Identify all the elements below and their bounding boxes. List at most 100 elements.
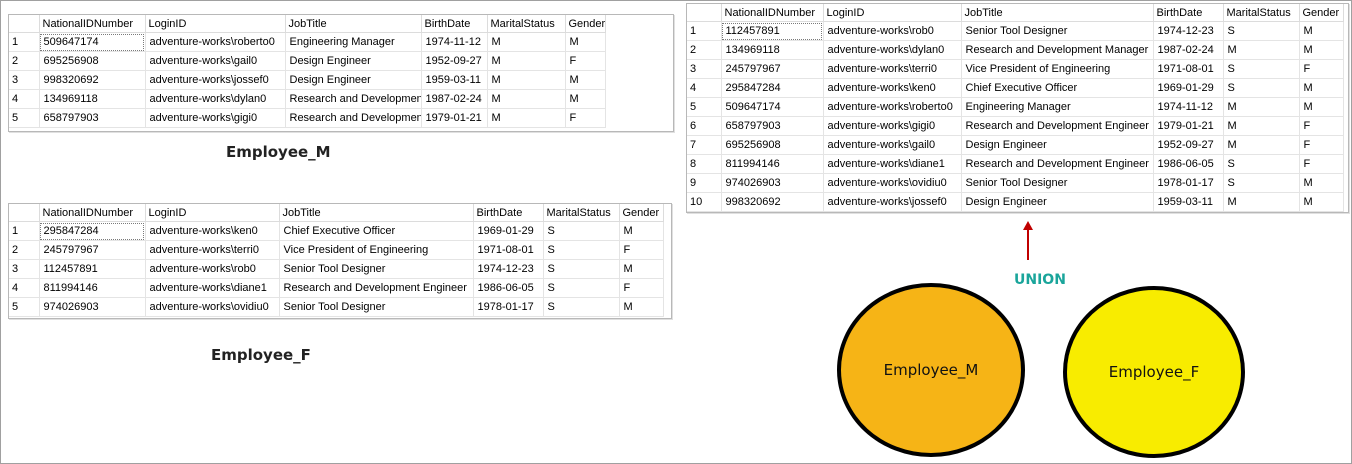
table-row[interactable]: 2 245797967 adventure-works\terri0 Vice Pre… [9,240,664,260]
table-cell[interactable]: 1979-01-21 [1153,116,1224,136]
table-cell[interactable]: 509647174 [39,32,146,52]
row-number-cell[interactable]: 4 [687,78,722,98]
column-header[interactable]: BirthDate [473,204,544,222]
row-number-cell[interactable]: 2 [9,240,40,260]
table-cell[interactable]: M [487,70,566,90]
table-cell[interactable]: 245797967 [721,59,824,79]
table-row[interactable]: 4 811994146 adventure-works\diane1 Research… [9,278,664,298]
table-cell[interactable]: adventure-works\gigi0 [823,116,962,136]
table-cell[interactable]: 974026903 [39,297,146,317]
table-cell[interactable]: 658797903 [721,116,824,136]
table-cell[interactable]: 1971-08-01 [473,240,544,260]
table-cell[interactable]: Engineering Manager [961,97,1154,117]
table-cell[interactable]: M [1223,192,1300,212]
table-cell[interactable]: 658797903 [39,108,146,128]
table-cell[interactable]: 1969-01-29 [1153,78,1224,98]
table-cell[interactable]: M [1223,40,1300,60]
table-cell[interactable]: 1959-03-11 [421,70,488,90]
table-cell[interactable]: S [1223,59,1300,79]
table-cell[interactable]: adventure-works\gigi0 [145,108,286,128]
table-cell[interactable]: Design Engineer [285,51,422,71]
table-cell[interactable]: Design Engineer [961,192,1154,212]
table-cell[interactable]: F [565,51,606,71]
table-cell[interactable]: 1987-02-24 [1153,40,1224,60]
table-cell[interactable]: M [487,108,566,128]
row-number-cell[interactable]: 7 [687,135,722,155]
table-cell[interactable]: Vice President of Engineering [961,59,1154,79]
table-row[interactable]: 6 658797903 adventure-works\gigi0 Research … [687,116,1344,136]
table-cell[interactable]: 295847284 [721,78,824,98]
table-cell[interactable]: M [619,221,664,241]
table-cell[interactable]: M [1299,40,1344,60]
table-row[interactable]: 5 658797903 adventure-works\gigi0 Research … [9,108,606,128]
column-header[interactable]: NationalIDNumber [39,15,146,33]
table-cell[interactable]: adventure-works\ken0 [823,78,962,98]
table-cell[interactable]: F [1299,154,1344,174]
table-cell[interactable]: 134969118 [721,40,824,60]
column-header[interactable]: Gender [1299,4,1344,22]
table-row[interactable]: 5 509647174 adventure-works\roberto0 Engine… [687,97,1344,117]
table-cell[interactable]: Design Engineer [285,70,422,90]
column-header[interactable]: JobTitle [285,15,422,33]
table-cell[interactable]: 1986-06-05 [473,278,544,298]
table-cell[interactable]: 1987-02-24 [421,89,488,109]
row-number-cell[interactable]: 1 [9,221,40,241]
table-cell[interactable]: adventure-works\dylan0 [823,40,962,60]
table-cell[interactable]: Vice President of Engineering [279,240,474,260]
column-header[interactable]: LoginID [145,204,280,222]
column-header[interactable]: MaritalStatus [487,15,566,33]
table-cell[interactable]: Research and Development Engineer [961,116,1154,136]
table-cell[interactable]: Senior Tool Designer [961,21,1154,41]
table-cell[interactable]: adventure-works\ken0 [145,221,280,241]
table-row[interactable]: 1 295847284 adventure-works\ken0 Chief Exec… [9,221,664,241]
table-cell[interactable]: 1974-12-23 [473,259,544,279]
table-cell[interactable]: M [1299,97,1344,117]
row-number-cell[interactable]: 5 [9,297,40,317]
column-header[interactable]: LoginID [823,4,962,22]
row-number-cell[interactable]: 4 [9,89,40,109]
table-cell[interactable]: 1952-09-27 [1153,135,1224,155]
table-row[interactable]: 8 811994146 adventure-works\diane1 Research… [687,154,1344,174]
table-cell[interactable]: Chief Executive Officer [961,78,1154,98]
table-cell[interactable]: Research and Development Engineer [279,278,474,298]
table-cell[interactable]: 245797967 [39,240,146,260]
row-number-cell[interactable]: 5 [9,108,40,128]
table-cell[interactable]: S [1223,154,1300,174]
table-cell[interactable]: Senior Tool Designer [961,173,1154,193]
table-row[interactable]: 3 112457891 adventure-works\rob0 Senior Too… [9,259,664,279]
table-cell[interactable]: adventure-works\dylan0 [145,89,286,109]
table-row[interactable]: 4 295847284 adventure-works\ken0 Chief Exec… [687,78,1344,98]
table-row[interactable]: 1 112457891 adventure-works\rob0 Senior Too… [687,21,1344,41]
table-cell[interactable]: adventure-works\ovidiu0 [823,173,962,193]
row-number-cell[interactable]: 2 [687,40,722,60]
table-cell[interactable]: adventure-works\jossef0 [823,192,962,212]
row-number-header[interactable] [9,15,40,33]
table-cell[interactable]: M [487,51,566,71]
table-cell[interactable]: 811994146 [39,278,146,298]
table-cell[interactable]: 295847284 [39,221,146,241]
table-row[interactable]: 10 998320692 adventure-works\jossef0 Design… [687,192,1344,212]
table-cell[interactable]: M [619,297,664,317]
table-row[interactable]: 3 245797967 adventure-works\terri0 Vice Pre… [687,59,1344,79]
table-cell[interactable]: F [619,240,664,260]
table-row[interactable]: 1 509647174 adventure-works\roberto0 Engine… [9,32,606,52]
table-cell[interactable]: adventure-works\diane1 [145,278,280,298]
table-cell[interactable]: M [1223,116,1300,136]
table-cell[interactable]: 112457891 [721,21,824,41]
table-cell[interactable]: 998320692 [721,192,824,212]
column-header[interactable]: MaritalStatus [1223,4,1300,22]
table-cell[interactable]: 1959-03-11 [1153,192,1224,212]
table-cell[interactable]: S [543,278,620,298]
table-cell[interactable]: 998320692 [39,70,146,90]
column-header[interactable]: JobTitle [961,4,1154,22]
table-cell[interactable]: Research and Development Engineer [285,108,422,128]
table-cell[interactable]: adventure-works\jossef0 [145,70,286,90]
column-header[interactable]: BirthDate [1153,4,1224,22]
table-cell[interactable]: 1969-01-29 [473,221,544,241]
row-number-cell[interactable]: 6 [687,116,722,136]
table-cell[interactable]: adventure-works\rob0 [145,259,280,279]
table-cell[interactable]: 1978-01-17 [1153,173,1224,193]
table-cell[interactable]: S [1223,78,1300,98]
table-cell[interactable]: Chief Executive Officer [279,221,474,241]
table-cell[interactable]: Research and Development Manager [961,40,1154,60]
